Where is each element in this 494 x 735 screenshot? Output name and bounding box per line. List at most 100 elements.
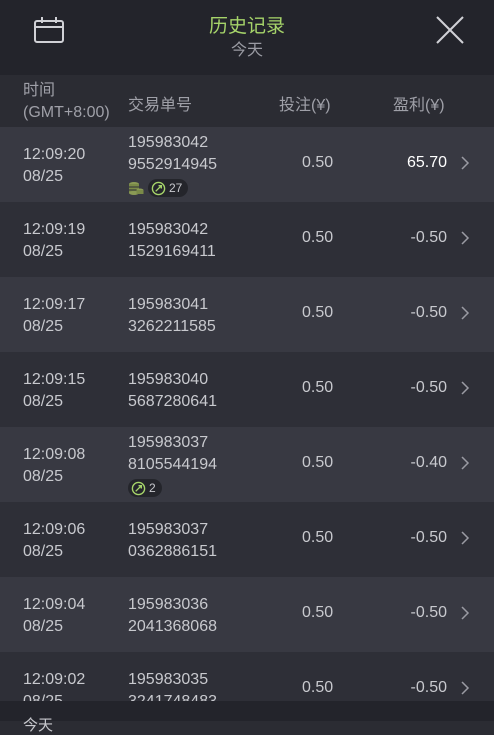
history-list[interactable]: 12:09:20 08/25 195983042 9552914945 27 0… xyxy=(0,127,494,701)
row-date: 08/25 xyxy=(23,243,64,260)
row-date: 08/25 xyxy=(23,468,64,485)
time-header-label: 时间 xyxy=(23,82,56,99)
row-ticket: 195983041 3262211585 xyxy=(128,294,216,338)
row-ticket-line1: 195983042 xyxy=(128,221,209,238)
close-icon[interactable] xyxy=(434,14,466,46)
row-profit: -0.50 xyxy=(410,379,447,396)
row-profit: -0.50 xyxy=(410,679,447,696)
chevron-right-icon xyxy=(461,231,470,245)
row-bet: 0.50 xyxy=(302,529,334,546)
row-ticket-line2: 8105544194 xyxy=(128,456,217,473)
chevron-right-icon xyxy=(461,606,470,620)
row-ticket-line1: 195983041 xyxy=(128,296,209,313)
bet-column-header: 投注(¥) xyxy=(279,97,331,114)
column-header: 时间 (GMT+8:00) 交易单号 投注(¥) 盈利(¥) xyxy=(0,75,494,127)
history-row[interactable]: 12:09:15 08/25 195983040 5687280641 0.50… xyxy=(0,352,494,427)
row-datetime: 12:09:15 08/25 xyxy=(23,369,85,413)
row-ticket: 195983036 2041368068 xyxy=(128,594,217,638)
row-date: 08/25 xyxy=(23,618,64,635)
free-spins-count: 2 xyxy=(149,481,156,495)
row-date: 08/25 xyxy=(23,318,64,335)
row-ticket-line2: 1529169411 xyxy=(128,243,216,260)
profit-column-header: 盈利(¥) xyxy=(393,97,445,114)
chevron-right-icon xyxy=(461,456,470,470)
row-bet: 0.50 xyxy=(302,454,334,471)
row-bet: 0.50 xyxy=(302,604,334,621)
header-bar: 历史记录 今天 xyxy=(0,0,494,75)
row-ticket-line2: 9552914945 xyxy=(128,156,217,173)
row-date: 08/25 xyxy=(23,168,64,185)
row-datetime: 12:09:06 08/25 xyxy=(23,519,85,563)
history-row[interactable]: 12:09:04 08/25 195983036 2041368068 0.50… xyxy=(0,577,494,652)
history-row[interactable]: 12:09:19 08/25 195983042 1529169411 0.50… xyxy=(0,202,494,277)
row-ticket: 195983042 1529169411 xyxy=(128,219,216,263)
row-time: 12:09:19 xyxy=(23,221,86,238)
row-ticket-line2: 3262211585 xyxy=(128,318,216,335)
timezone-label: (GMT+8:00) xyxy=(23,104,110,121)
footer-bar: 今天 xyxy=(0,701,494,734)
row-time: 12:09:04 xyxy=(23,596,86,613)
row-badges: 27 xyxy=(128,178,189,198)
row-datetime: 12:09:19 08/25 xyxy=(23,219,85,263)
spin-icon xyxy=(151,181,166,195)
spin-icon xyxy=(131,481,146,495)
row-ticket: 195983040 5687280641 xyxy=(128,369,217,413)
row-ticket: 195983035 3241748483 xyxy=(128,669,217,701)
row-ticket-line2: 0362886151 xyxy=(128,543,217,560)
history-row[interactable]: 12:09:06 08/25 195983037 0362886151 0.50… xyxy=(0,502,494,577)
row-time: 12:09:02 xyxy=(23,671,86,688)
chevron-right-icon xyxy=(461,681,470,695)
row-bet: 0.50 xyxy=(302,229,334,246)
row-ticket-line1: 195983036 xyxy=(128,596,209,613)
row-profit: -0.40 xyxy=(410,454,447,471)
row-time: 12:09:06 xyxy=(23,521,86,538)
row-date: 08/25 xyxy=(23,393,64,410)
row-profit: -0.50 xyxy=(410,229,447,246)
row-datetime: 12:09:08 08/25 xyxy=(23,444,85,488)
row-time: 12:09:20 xyxy=(23,146,86,163)
row-ticket-line1: 195983040 xyxy=(128,371,209,388)
ticket-column-header: 交易单号 xyxy=(128,97,193,114)
chevron-right-icon xyxy=(461,381,470,395)
row-ticket-line2: 5687280641 xyxy=(128,393,217,410)
coins-icon xyxy=(129,182,144,195)
history-row[interactable]: 12:09:02 08/25 195983035 3241748483 0.50… xyxy=(0,652,494,701)
page-subtitle: 今天 xyxy=(230,42,263,59)
free-spins-badge: 2 xyxy=(128,479,162,497)
row-time: 12:09:17 xyxy=(23,296,86,313)
chevron-right-icon xyxy=(461,306,470,320)
time-column-header: 时间 (GMT+8:00) xyxy=(23,80,110,124)
history-row[interactable]: 12:09:20 08/25 195983042 9552914945 27 0… xyxy=(0,127,494,202)
row-bet: 0.50 xyxy=(302,679,334,696)
row-profit: -0.50 xyxy=(410,604,447,621)
row-ticket: 195983037 8105544194 xyxy=(128,432,217,476)
row-bet: 0.50 xyxy=(302,304,334,321)
row-ticket-line1: 195983037 xyxy=(128,521,209,538)
row-ticket-line2: 2041368068 xyxy=(128,618,217,635)
row-date: 08/25 xyxy=(23,543,64,560)
history-row[interactable]: 12:09:17 08/25 195983041 3262211585 0.50… xyxy=(0,277,494,352)
row-datetime: 12:09:20 08/25 xyxy=(23,144,85,188)
row-ticket-line1: 195983042 xyxy=(128,134,209,151)
free-spins-badge: 27 xyxy=(148,179,189,197)
row-bet: 0.50 xyxy=(302,379,334,396)
row-datetime: 12:09:02 08/25 xyxy=(23,669,85,701)
row-badges: 2 xyxy=(128,478,162,498)
row-ticket: 195983042 9552914945 xyxy=(128,132,217,176)
chevron-right-icon xyxy=(461,531,470,545)
free-spins-count: 27 xyxy=(169,181,183,195)
row-ticket: 195983037 0362886151 xyxy=(128,519,217,563)
page-title: 历史记录 xyxy=(208,16,285,37)
row-datetime: 12:09:04 08/25 xyxy=(23,594,85,638)
history-row[interactable]: 12:09:08 08/25 195983037 8105544194 2 0.… xyxy=(0,427,494,502)
row-profit: 65.70 xyxy=(406,154,447,171)
row-ticket-line2: 3241748483 xyxy=(128,691,217,701)
footer-date-label[interactable]: 今天 xyxy=(23,714,53,735)
row-profit: -0.50 xyxy=(410,304,447,321)
row-time: 12:09:08 xyxy=(23,446,86,463)
row-time: 12:09:15 xyxy=(23,371,86,388)
row-ticket-line1: 195983037 xyxy=(128,434,209,451)
row-ticket-line1: 195983035 xyxy=(128,671,209,688)
row-bet: 0.50 xyxy=(302,154,334,171)
row-profit: -0.50 xyxy=(410,529,447,546)
